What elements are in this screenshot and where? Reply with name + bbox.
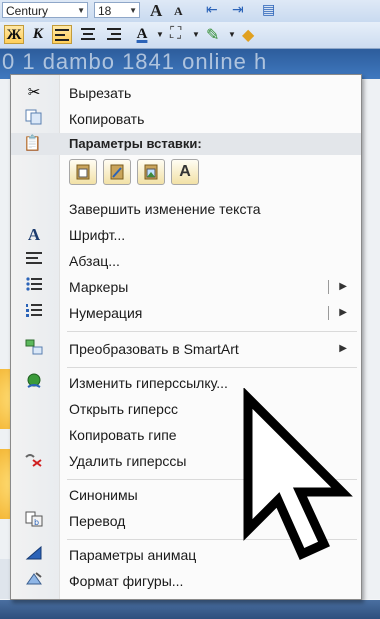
- paste-options-label: Параметры вставки:: [69, 136, 202, 151]
- menu-item-label: Шрифт...: [69, 227, 126, 243]
- shape-fill-icon[interactable]: ⛶: [170, 25, 181, 43]
- animation-icon: [23, 545, 45, 565]
- menu-item-label: Абзац...: [69, 253, 120, 269]
- ribbon-format-row: Ж К A ▼ ⛶ ▼ ✎ ▼ ◆: [0, 22, 380, 49]
- menu-item-label: Нумерация: [69, 305, 143, 321]
- status-bar: [0, 600, 380, 619]
- paste-merge-icon[interactable]: [103, 159, 131, 185]
- menu-separator: [67, 331, 357, 332]
- chevron-down-icon[interactable]: ▼: [192, 30, 200, 39]
- menu-item-convert-smartart[interactable]: Преобразовать в SmartArt ▶: [11, 337, 361, 361]
- menu-item-label: Изменить гиперссылку...: [69, 375, 228, 391]
- italic-button[interactable]: К: [28, 25, 48, 44]
- font-color-button[interactable]: A: [132, 25, 152, 44]
- paste-picture-icon[interactable]: [137, 159, 165, 185]
- chevron-down-icon[interactable]: ▼: [228, 30, 236, 39]
- menu-item-cut[interactable]: ✂ Вырезать: [11, 81, 361, 105]
- ribbon-font-row: Century ▼ 18 ▼ A A ⇤ ⇥ ▤: [0, 0, 380, 23]
- shape-effects-icon[interactable]: ◆: [242, 25, 254, 45]
- menu-item-label: Параметры анимац: [69, 547, 197, 563]
- menu-item-copy[interactable]: Копировать: [11, 107, 361, 131]
- menu-item-label: Открыть гиперсс: [69, 401, 178, 417]
- grow-font-button[interactable]: A: [150, 1, 162, 21]
- menu-item-bullets[interactable]: Маркеры ▶: [11, 275, 361, 299]
- menu-item-label: Завершить изменение текста: [69, 201, 261, 217]
- slide-title-text: 0 1 dambo 1841 online h: [2, 49, 268, 74]
- font-size-value: 18: [98, 4, 112, 18]
- translate-icon: b: [23, 511, 45, 531]
- mouse-pointer-icon: [243, 388, 353, 560]
- paste-options-header: 📋 Параметры вставки:: [11, 133, 361, 155]
- menu-item-label: Преобразовать в SmartArt: [69, 341, 239, 357]
- menu-item-numbering[interactable]: Нумерация ▶: [11, 301, 361, 325]
- increase-indent-icon[interactable]: ⇥: [232, 2, 244, 19]
- align-left-icon: [55, 29, 69, 41]
- menu-item-label: Маркеры: [69, 279, 129, 295]
- align-center-button[interactable]: [78, 25, 98, 44]
- bold-button[interactable]: Ж: [4, 25, 24, 44]
- menu-item-format-shape[interactable]: Формат фигуры...: [11, 569, 361, 593]
- menu-item-label: Вырезать: [69, 85, 132, 101]
- align-left-button[interactable]: [52, 25, 72, 44]
- paste-keep-formatting-icon[interactable]: [69, 159, 97, 185]
- menu-item-paragraph[interactable]: Абзац...: [11, 249, 361, 273]
- format-shape-icon: [23, 571, 45, 591]
- svg-text:b: b: [34, 518, 39, 527]
- submenu-arrow-icon: ▶: [339, 343, 347, 354]
- shrink-font-button[interactable]: A: [174, 4, 183, 19]
- font-name-value: Century: [6, 4, 49, 18]
- scissors-icon: ✂: [27, 84, 41, 101]
- split-divider: [328, 306, 329, 320]
- menu-item-finish-editing[interactable]: Завершить изменение текста: [11, 197, 361, 221]
- align-center-icon: [81, 28, 95, 40]
- shape-outline-icon[interactable]: ✎: [206, 25, 219, 45]
- submenu-arrow-icon: ▶: [339, 281, 347, 292]
- paragraph-icon: [23, 251, 45, 271]
- paste-text-only-icon[interactable]: A: [171, 159, 199, 185]
- menu-separator: [67, 367, 357, 368]
- text-direction-icon[interactable]: ▤: [262, 2, 275, 19]
- bullets-icon: [23, 277, 45, 297]
- menu-item-label: Копировать: [69, 111, 145, 127]
- smartart-icon: [23, 339, 45, 359]
- menu-item-label: Удалить гиперссы: [69, 453, 187, 469]
- menu-item-label: Формат фигуры...: [69, 573, 184, 589]
- align-right-icon: [107, 28, 121, 40]
- submenu-arrow-icon: ▶: [339, 307, 347, 318]
- menu-item-label: Синонимы: [69, 487, 138, 503]
- copy-icon: [23, 109, 45, 129]
- chevron-down-icon: ▼: [129, 6, 137, 15]
- chevron-down-icon[interactable]: ▼: [156, 30, 164, 39]
- font-icon: A: [27, 225, 41, 244]
- menu-item-label: Копировать гипе: [69, 427, 177, 443]
- hyperlink-icon: [23, 373, 45, 393]
- font-name-select[interactable]: Century ▼: [2, 2, 88, 18]
- remove-link-icon: [23, 451, 45, 471]
- clipboard-icon: 📋: [23, 135, 42, 152]
- align-right-button[interactable]: [104, 25, 124, 44]
- chevron-down-icon: ▼: [77, 6, 85, 15]
- decrease-indent-icon[interactable]: ⇤: [206, 2, 218, 19]
- menu-item-font[interactable]: A Шрифт...: [11, 223, 361, 247]
- numbering-icon: [23, 303, 45, 323]
- font-size-select[interactable]: 18 ▼: [94, 2, 140, 18]
- menu-item-label: Перевод: [69, 513, 126, 529]
- split-divider: [328, 280, 329, 294]
